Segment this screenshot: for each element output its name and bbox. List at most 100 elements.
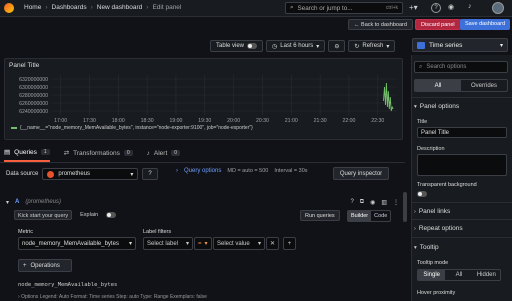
tab-all[interactable]: All — [415, 80, 461, 91]
remove-filter-button[interactable]: ✕ — [266, 237, 279, 250]
breadcrumb-dashboards[interactable]: Dashboards — [52, 4, 87, 11]
md-label: MD = auto = 500 — [227, 168, 269, 174]
datasource-select[interactable]: prometheus ▾ — [42, 168, 139, 180]
table-view-label: Table view — [216, 43, 245, 49]
tab-alert[interactable]: ♪ Alert 0 — [147, 149, 181, 161]
breadcrumb-new-dashboard[interactable]: New dashboard — [97, 4, 143, 11]
panel-options-header[interactable]: ▾ Panel options — [414, 103, 459, 110]
chevron-down-icon: ▾ — [130, 171, 134, 178]
refresh-button[interactable]: ↻ Refresh ▾ — [348, 40, 396, 52]
title-input[interactable]: Panel Title — [417, 127, 507, 138]
x-tick-label: 17:00 — [54, 118, 67, 124]
drag-handle-icon[interactable]: ⋮ — [393, 199, 399, 206]
transparent-toggle[interactable] — [417, 191, 427, 197]
query-options[interactable]: › Query options MD = auto = 500 Interval… — [176, 168, 308, 174]
help-icon[interactable]: ? — [350, 199, 353, 206]
x-tick-label: 18:30 — [141, 118, 154, 124]
chevron-down-icon: ▾ — [128, 241, 132, 247]
grafana-logo-icon[interactable] — [4, 3, 14, 13]
notifications-icon[interactable]: ♪ — [468, 3, 472, 10]
y-tick-label: 6280000000 — [19, 93, 48, 99]
clock-icon: ◷ — [272, 43, 278, 50]
breadcrumb-edit-panel: Edit panel — [152, 4, 182, 11]
operator-select[interactable]: = ▾ — [194, 237, 212, 250]
datasource-row: Data source prometheus ▾ ? — [6, 168, 158, 180]
value-select[interactable]: Select value ▾ — [213, 237, 265, 250]
add-filter-button[interactable]: + — [283, 237, 296, 250]
tab-label: Alert — [153, 149, 168, 157]
chevron-down-icon[interactable]: ▾ — [6, 199, 9, 206]
datasource-label: Data source — [6, 171, 39, 177]
global-search[interactable]: ⌕ Search or jump to... ctrl+k — [285, 2, 403, 14]
close-icon: ✕ — [269, 241, 276, 247]
interval-label: Interval = 30s — [274, 168, 308, 174]
add-icon[interactable]: +▾ — [409, 3, 418, 12]
query-inspector-button[interactable]: Query inspector — [333, 167, 389, 180]
operations-label: Operations — [30, 262, 60, 269]
tab-queries[interactable]: ▤ Queries 1 — [4, 148, 50, 162]
refresh-icon: ↻ — [354, 43, 360, 50]
explain-toggle[interactable] — [106, 212, 117, 218]
tab-label: Queries — [14, 148, 37, 156]
chevron-down-icon: ▾ — [185, 241, 189, 247]
metric-select[interactable]: node_memory_MemAvailable_bytes ▾ — [18, 237, 136, 250]
options-search-input[interactable]: ⌕ Search options — [414, 61, 508, 73]
tab-transformations[interactable]: ⇄ Transformations 0 — [64, 149, 133, 161]
tooltip-mode-single[interactable]: Single — [418, 270, 446, 280]
time-range-picker[interactable]: ◷ Last 6 hours ▾ — [266, 40, 326, 52]
section-title: Panel options — [419, 103, 460, 110]
chevron-right-icon: › — [414, 225, 416, 232]
query-source: (prometheus) — [25, 199, 62, 205]
toggle-switch[interactable] — [247, 43, 258, 49]
operator-value: = — [198, 240, 202, 247]
label-select-value: Select label — [147, 240, 179, 247]
avatar[interactable] — [492, 2, 504, 14]
operations-button[interactable]: + Operations — [18, 259, 72, 272]
chevron-right-icon: › — [90, 4, 93, 11]
zoom-out-button[interactable]: ⊖ — [328, 40, 346, 52]
x-tick-label: 20:30 — [256, 118, 269, 124]
builder-mode[interactable]: Builder — [348, 211, 372, 221]
tab-count: 0 — [171, 150, 181, 156]
tooltip-mode-all[interactable]: All — [445, 270, 472, 280]
chevron-down-icon: ▾ — [414, 244, 417, 251]
datasource-help-button[interactable]: ? — [142, 168, 158, 180]
breadcrumb: Home › Dashboards › New dashboard › Edit pa… — [24, 4, 181, 11]
duplicate-icon[interactable]: ⧉ — [360, 199, 364, 206]
search-shortcut: ctrl+k — [385, 5, 398, 11]
tab-label: Transformations — [73, 149, 120, 157]
kick-start-button[interactable]: Kick start your query — [14, 210, 73, 220]
save-dashboard-button[interactable]: Save dashboard — [460, 19, 511, 30]
breadcrumb-home[interactable]: Home — [24, 4, 41, 11]
news-feed-icon[interactable]: ◉ — [448, 3, 454, 11]
visualization-name: Time series — [429, 41, 463, 49]
tooltip-mode-hidden[interactable]: Hidden — [473, 270, 500, 280]
y-tick-label: 6240000000 — [19, 109, 48, 115]
run-queries-button[interactable]: Run queries — [300, 210, 340, 221]
eye-icon[interactable]: ◉ — [370, 199, 375, 206]
prometheus-icon — [47, 170, 55, 178]
description-textarea[interactable] — [417, 154, 507, 176]
chevron-down-icon: ▾ — [499, 42, 503, 49]
code-mode[interactable]: Code — [371, 211, 390, 221]
label-select[interactable]: Select label ▾ — [143, 237, 193, 250]
query-options-label: Query options — [184, 168, 222, 174]
y-tick-label: 6300000000 — [19, 85, 48, 91]
visualization-picker[interactable]: Time series ▾ — [412, 38, 508, 52]
trash-icon[interactable]: ▥ — [381, 199, 387, 206]
panel-links-header[interactable]: › Panel links — [414, 208, 450, 215]
table-view-toggle[interactable]: Table view — [210, 40, 264, 52]
tooltip-header[interactable]: ▾ Tooltip — [414, 244, 439, 251]
x-tick-label: 17:30 — [83, 118, 96, 124]
discard-panel-button[interactable]: Discard panel — [415, 19, 461, 30]
help-icon[interactable]: ? — [431, 3, 441, 13]
zoom-out-icon: ⊖ — [334, 43, 340, 50]
back-to-dashboard-button[interactable]: ← Back to dashboard — [348, 19, 413, 30]
repeat-options-header[interactable]: › Repeat options — [414, 225, 463, 232]
divider — [412, 219, 512, 220]
query-options-summary[interactable]: › Options Legend: Auto Format: Time seri… — [18, 294, 207, 300]
scrollbar[interactable] — [403, 192, 407, 222]
query-ref[interactable]: A — [15, 199, 19, 205]
chart-legend[interactable]: {__name__="node_memory_MemAvailable_byte… — [11, 125, 253, 131]
tab-overrides[interactable]: Overrides — [461, 80, 507, 91]
